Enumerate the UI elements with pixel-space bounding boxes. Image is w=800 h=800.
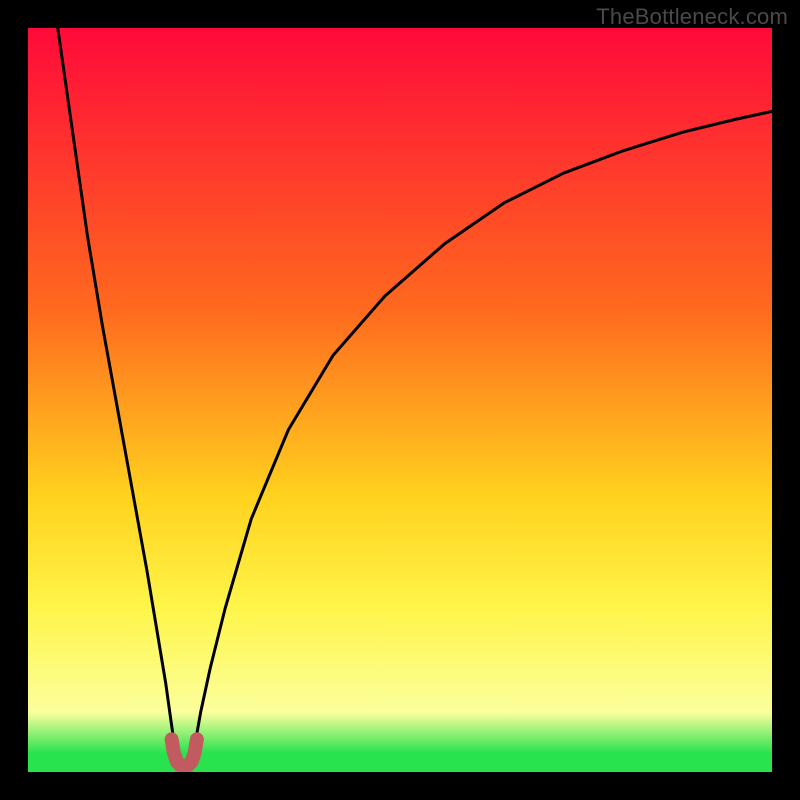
plot-area	[28, 28, 772, 772]
chart-svg	[28, 28, 772, 772]
watermark-text: TheBottleneck.com	[596, 4, 788, 30]
chart-frame: TheBottleneck.com	[0, 0, 800, 800]
